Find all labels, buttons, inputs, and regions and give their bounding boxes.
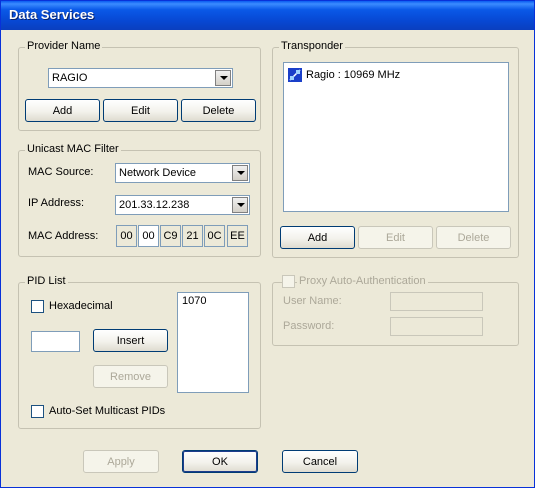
mac-octet-5[interactable]: 0C: [204, 225, 225, 247]
ok-button[interactable]: OK: [182, 450, 258, 473]
pid-list-item[interactable]: 1070: [182, 295, 206, 307]
mac-octet-4[interactable]: 21: [182, 225, 203, 247]
transponder-item-label: Ragio : 10969 MHz: [306, 69, 401, 81]
pid-list-group-label: PID List: [25, 275, 68, 287]
mac-octet-6[interactable]: EE: [227, 225, 248, 247]
satellite-icon: [288, 68, 302, 82]
provider-select-value: RAGIO: [52, 72, 88, 84]
hexadecimal-label: Hexadecimal: [49, 300, 113, 312]
transponder-edit-button[interactable]: Edit: [358, 226, 433, 249]
password-field[interactable]: [390, 317, 483, 336]
data-services-window: Data Services Provider Name RAGIO Add Ed…: [0, 0, 535, 488]
pid-input[interactable]: [31, 331, 80, 352]
mac-octet-1[interactable]: 00: [116, 225, 137, 247]
unicast-mac-filter-group-label: Unicast MAC Filter: [25, 143, 121, 155]
chevron-down-icon[interactable]: [215, 70, 231, 86]
mac-octet-2[interactable]: 00: [138, 225, 159, 247]
provider-name-group-label: Provider Name: [25, 40, 103, 52]
window-title: Data Services: [9, 7, 95, 22]
remove-button[interactable]: Remove: [93, 365, 168, 388]
transponder-group-label: Transponder: [279, 40, 345, 52]
apply-button[interactable]: Apply: [83, 450, 159, 473]
proxy-auth-label: Proxy Auto-Authentication: [297, 275, 428, 287]
transponder-list-item[interactable]: Ragio : 10969 MHz: [288, 68, 400, 82]
chevron-down-icon[interactable]: [232, 197, 248, 213]
mac-address-label: MAC Address:: [28, 230, 99, 242]
username-label: User Name:: [283, 295, 342, 307]
autoset-multicast-label: Auto-Set Multicast PIDs: [49, 405, 166, 417]
transponder-add-button[interactable]: Add: [280, 226, 355, 249]
hexadecimal-checkbox[interactable]: [31, 300, 44, 313]
username-field[interactable]: [390, 292, 483, 311]
pid-listbox[interactable]: 1070: [177, 292, 249, 393]
transponder-list[interactable]: Ragio : 10969 MHz: [283, 62, 509, 212]
ip-address-label: IP Address:: [28, 197, 85, 209]
provider-delete-button[interactable]: Delete: [181, 99, 256, 122]
provider-add-button[interactable]: Add: [25, 99, 100, 122]
chevron-down-icon[interactable]: [232, 165, 248, 181]
provider-edit-button[interactable]: Edit: [103, 99, 178, 122]
password-label: Password:: [283, 320, 335, 332]
proxy-auth-checkbox[interactable]: [282, 275, 295, 288]
cancel-button[interactable]: Cancel: [282, 450, 358, 473]
mac-source-select[interactable]: Network Device: [115, 163, 250, 183]
ip-address-select[interactable]: 201.33.12.238: [115, 195, 250, 215]
mac-source-value: Network Device: [119, 167, 197, 179]
title-bar[interactable]: Data Services: [1, 1, 534, 30]
provider-select[interactable]: RAGIO: [48, 68, 233, 88]
insert-button[interactable]: Insert: [93, 329, 168, 352]
mac-source-label: MAC Source:: [28, 166, 94, 178]
ip-address-value: 201.33.12.238: [119, 199, 190, 211]
autoset-multicast-checkbox[interactable]: [31, 405, 44, 418]
transponder-delete-button[interactable]: Delete: [436, 226, 511, 249]
mac-octet-3[interactable]: C9: [160, 225, 181, 247]
